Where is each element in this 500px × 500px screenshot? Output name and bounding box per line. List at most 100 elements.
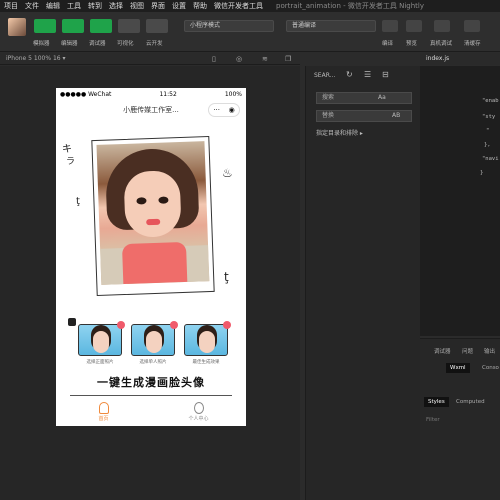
phone-screen: ●●●●● WeChat 11:52 100% 小鹿传媒工作室... ··· ◉… <box>56 88 246 426</box>
menu-item-file[interactable]: 文件 <box>25 1 39 11</box>
copy-icon[interactable]: ❐ <box>285 55 291 63</box>
toolbar-label-cloud: 云开发 <box>146 41 163 47</box>
toolbar-label-clear-cache: 清缓存 <box>464 41 481 47</box>
sample-thumbnails: 选择正面照片 选择单人照片 最佳生成效果 <box>78 321 231 365</box>
menu-item-view[interactable]: 视图 <box>130 1 144 11</box>
search-panel: SEAR... ↻ ☰ ⊟ 搜索 Aa 替换 AB 指定目录和排除 ▸ <box>305 66 420 500</box>
toolbar-label-debugger: 调试器 <box>89 41 106 47</box>
menu-item-help[interactable]: 帮助 <box>193 1 207 11</box>
compile-icon[interactable] <box>382 20 398 32</box>
toolbar-label-preview: 预览 <box>406 41 418 47</box>
capsule-menu[interactable]: ··· ◉ <box>208 103 240 117</box>
more-icon[interactable]: ··· <box>213 106 220 114</box>
debugger-toggle-button[interactable] <box>90 19 112 33</box>
filter-input[interactable]: Filter <box>426 417 440 423</box>
carrier-label: ●●●●● WeChat <box>60 90 112 98</box>
tab-debugger[interactable]: 调试器 <box>434 347 451 355</box>
code-line: } <box>480 170 484 176</box>
thumbnail-badge <box>223 321 231 329</box>
code-line: "sty <box>482 114 496 120</box>
portrait-image <box>96 141 210 285</box>
tab-wxml[interactable]: Wxml <box>446 363 470 373</box>
code-line: }, <box>484 142 491 148</box>
tab-profile[interactable]: 个人中心 <box>151 398 246 426</box>
menu-item-settings[interactable]: 设置 <box>172 1 186 11</box>
window-title: portrait_animation - 微信开发者工具 Nightly <box>276 2 424 10</box>
tab-styles[interactable]: Styles <box>424 397 449 407</box>
preview-icon[interactable] <box>406 20 422 32</box>
avatar[interactable] <box>8 18 26 36</box>
mode-select[interactable]: 小程序模式 <box>184 20 274 32</box>
doodle-icon: キ <box>62 144 72 155</box>
tab-index-js[interactable]: index.js <box>420 53 500 65</box>
editor-toggle-button[interactable] <box>62 19 84 33</box>
visual-toggle-button[interactable] <box>118 19 140 33</box>
location-icon[interactable]: ◎ <box>236 55 242 63</box>
close-icon[interactable]: ◉ <box>229 106 235 114</box>
compile-select[interactable]: 普通编译 <box>286 20 376 32</box>
simulator-toggle-button[interactable] <box>34 19 56 33</box>
list-icon[interactable]: ☰ <box>364 70 371 79</box>
debugger-panel: 调试器 问题 输出 Wxml Conso Styles Computed Fil… <box>420 338 500 500</box>
menu-item-goto[interactable]: 转到 <box>88 1 102 11</box>
search-input[interactable]: 搜索 <box>316 92 412 104</box>
lips-shape <box>146 218 161 226</box>
thumbnail-image <box>78 324 122 356</box>
thumbnail-item[interactable]: 选择单人照片 <box>131 321 178 365</box>
status-bar: ●●●●● WeChat 11:52 100% <box>56 88 246 100</box>
thumbnail-item[interactable]: 最佳生成效果 <box>184 321 231 365</box>
tab-home[interactable]: 首页 <box>56 398 151 426</box>
menu-item-project[interactable]: 项目 <box>4 1 18 11</box>
tab-profile-label: 个人中心 <box>188 416 209 422</box>
phone-rotate-icon[interactable]: ▯ <box>212 55 216 63</box>
collapse-icon[interactable]: ⊟ <box>382 70 389 79</box>
thumbnail-label: 最佳生成效果 <box>192 360 220 365</box>
thumbnail-badge <box>117 321 125 329</box>
divider <box>70 395 232 396</box>
toolbar-label-editor: 编辑器 <box>61 41 78 47</box>
thumbnail-label: 选择单人照片 <box>139 360 167 365</box>
menu-item-edit[interactable]: 编辑 <box>46 1 60 11</box>
doodle-icon: ラ <box>66 157 76 167</box>
toolbar-label-visual: 可视化 <box>117 41 134 47</box>
thumbnail-badge <box>170 321 178 329</box>
doodle-icon: ţ <box>76 196 80 207</box>
code-editor[interactable]: "enab "sty " }, "navi } <box>420 66 500 336</box>
menu-item-tools[interactable]: 工具 <box>67 1 81 11</box>
tab-bar: 首页 个人中心 <box>56 398 246 426</box>
nav-bar: 小鹿传媒工作室... ··· ◉ <box>56 100 246 120</box>
code-line: "navi <box>482 156 499 162</box>
cloud-toggle-button[interactable] <box>146 19 168 33</box>
wifi-icon[interactable]: ≋ <box>262 55 268 63</box>
tab-problems[interactable]: 问题 <box>462 347 473 355</box>
portrait-photo[interactable] <box>91 135 215 297</box>
devtools-window: 项目 文件 编辑 工具 转到 选择 视图 界面 设置 帮助 微信开发者工具 po… <box>0 0 500 500</box>
search-panel-header: SEAR... <box>314 72 336 79</box>
menu-item-interface[interactable]: 界面 <box>151 1 165 11</box>
tab-console[interactable]: Conso <box>482 365 499 371</box>
menu-item-select[interactable]: 选择 <box>109 1 123 11</box>
refresh-icon[interactable]: ↻ <box>346 70 353 79</box>
clock: 11:52 <box>159 90 177 98</box>
menu-item-devtools[interactable]: 微信开发者工具 <box>214 1 263 11</box>
match-case-toggle[interactable]: Aa <box>378 94 386 101</box>
user-icon <box>193 402 204 414</box>
eye-shape <box>136 197 147 205</box>
replace-all-toggle[interactable]: AB <box>392 112 400 119</box>
tab-output[interactable]: 输出 <box>484 347 495 355</box>
toolbar-label-simulator: 模拟器 <box>33 41 50 47</box>
tab-computed[interactable]: Computed <box>456 399 485 405</box>
simulator-device-select[interactable]: iPhone 5 100% 16 ▾ <box>0 53 300 65</box>
page-title: 小鹿传媒工作室... <box>123 106 179 114</box>
home-icon <box>98 402 109 414</box>
headline: 一键生成漫画脸头像 <box>97 376 205 389</box>
include-exclude-toggle[interactable]: 指定目录和排除 ▸ <box>316 128 363 137</box>
toolbar-label-remote-debug: 真机调试 <box>430 41 453 47</box>
battery-label: 100% <box>224 90 242 98</box>
thumbnail-label: 选择正面照片 <box>86 360 114 365</box>
doodle-icon: ţ <box>224 270 229 284</box>
thumbnail-item[interactable]: 选择正面照片 <box>78 321 125 365</box>
code-line: " <box>486 128 490 134</box>
clear-cache-icon[interactable] <box>464 20 480 32</box>
remote-debug-icon[interactable] <box>434 20 450 32</box>
